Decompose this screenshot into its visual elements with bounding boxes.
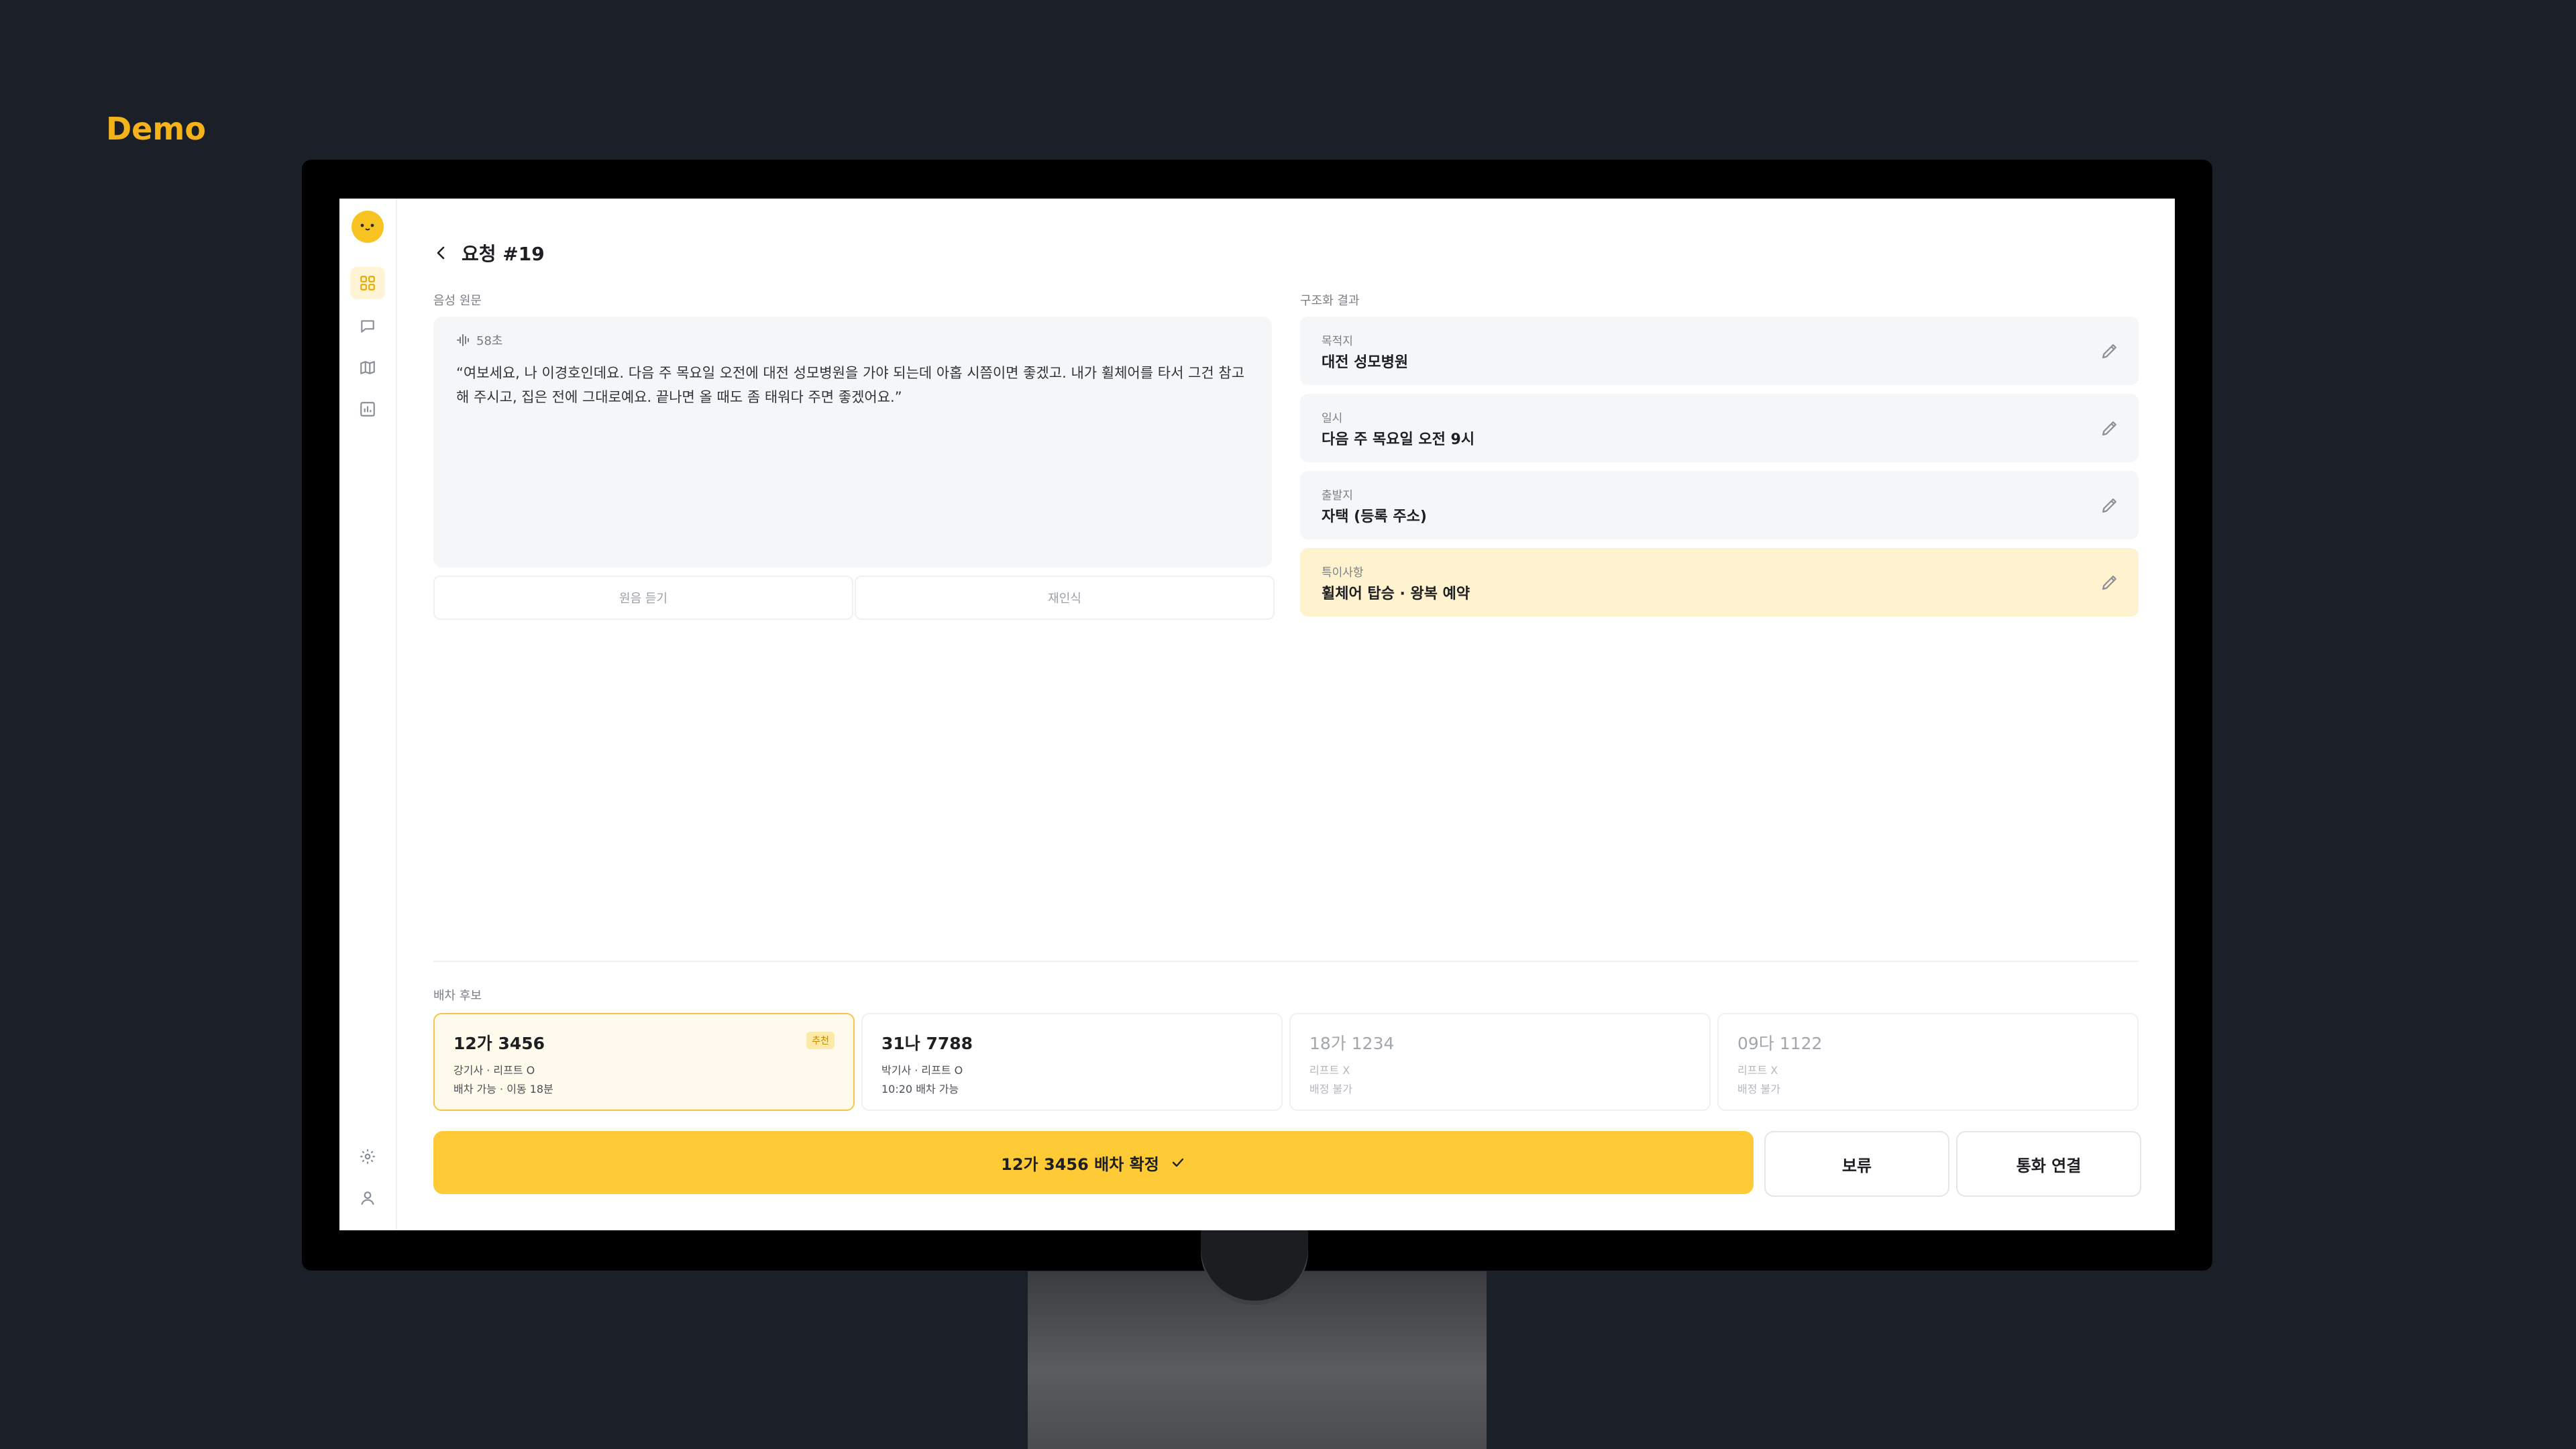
check-icon [1172,1158,1184,1167]
field-destination[interactable]: 목적지 대전 성모병원 [1300,317,2139,385]
chat-icon [361,320,374,333]
sidebar-item-map[interactable] [350,352,385,384]
confirm-dispatch-label: 12가 3456 배차 확정 [1001,1155,1159,1174]
duration-text: 58초 [476,334,503,348]
sidebar [339,199,397,1230]
pencil-icon[interactable] [2100,572,2120,592]
page-title: 요청 #19 [462,243,545,265]
waveform-icon [457,334,469,346]
field-origin[interactable]: 출발지 자택 (등록 주소) [1300,471,2139,539]
candidate-plate: 12가 3456 [453,1034,545,1053]
pencil-icon[interactable] [2100,418,2120,438]
candidate-availability: 배차 가능 · 이동 18분 [453,1083,553,1095]
dashboard-icon [360,276,375,290]
app-screen: 요청 #19 음성 원문 58초 “여보세요, 나 이경호인데요. 다음 주 목… [339,199,2175,1230]
pencil-icon[interactable] [2100,341,2120,361]
candidate-availability: 배정 불가 [1737,1083,1780,1095]
field-value: 자택 (등록 주소) [1322,508,1427,525]
map-icon [360,361,375,374]
candidates-section-label: 배차 후보 [433,989,482,1003]
play-original-button[interactable]: 원음 듣기 [433,576,853,620]
candidate-availability: 10:20 배차 가능 [881,1083,959,1095]
call-connect-button[interactable]: 통화 연결 [1956,1131,2141,1197]
field-special-notes[interactable]: 특이사항 휠체어 탑승 · 왕복 예약 [1300,548,2139,616]
sidebar-item-profile[interactable] [350,1182,385,1214]
candidate-card[interactable]: 09다 1122 리프트 X 배정 불가 [1717,1013,2139,1111]
chart-icon [360,402,375,417]
candidate-card[interactable]: 31나 7788 박기사 · 리프트 O 10:20 배차 가능 [861,1013,1283,1111]
field-datetime[interactable]: 일시 다음 주 목요일 오전 9시 [1300,394,2139,462]
sidebar-item-settings[interactable] [350,1140,385,1173]
back-chevron-icon[interactable] [433,245,449,261]
candidate-driver-info: 리프트 X [1309,1064,1350,1077]
field-value: 대전 성모병원 [1322,354,1409,371]
demo-label: Demo [106,111,206,147]
transcript-box: 58초 “여보세요, 나 이경호인데요. 다음 주 목요일 오전에 대전 성모병… [433,317,1272,568]
pencil-icon[interactable] [2100,495,2120,515]
section-divider [433,961,2139,962]
transcript-section-label: 음성 원문 [433,294,482,308]
structured-section-label: 구조화 결과 [1300,294,1360,308]
field-value: 다음 주 목요일 오전 9시 [1322,431,1475,448]
field-label: 목적지 [1322,335,1353,348]
page-header: 요청 #19 [433,236,545,270]
sidebar-item-dashboard[interactable] [350,267,385,299]
candidate-driver-info: 강기사 · 리프트 O [453,1064,535,1077]
transcript-text: “여보세요, 나 이경호인데요. 다음 주 목요일 오전에 대전 성모병원을 가… [456,365,1245,405]
candidate-plate: 18가 1234 [1309,1034,1395,1053]
sidebar-item-stats[interactable] [350,393,385,425]
field-label: 출발지 [1322,489,1353,502]
candidate-plate: 31나 7788 [881,1034,973,1053]
candidate-availability: 배정 불가 [1309,1083,1352,1095]
sidebar-item-chat[interactable] [350,310,385,342]
recommended-badge: 추천 [806,1032,835,1049]
mascot-logo[interactable] [352,211,384,243]
field-value: 휠체어 탑승 · 왕복 예약 [1322,586,1470,602]
mascot-face-icon [360,223,374,231]
hold-button[interactable]: 보류 [1764,1131,1949,1197]
confirm-dispatch-button[interactable]: 12가 3456 배차 확정 [433,1131,1754,1194]
candidate-card[interactable]: 18가 1234 리프트 X 배정 불가 [1289,1013,1711,1111]
candidate-driver-info: 리프트 X [1737,1064,1778,1077]
candidate-plate: 09다 1122 [1737,1034,1823,1053]
candidate-driver-info: 박기사 · 리프트 O [881,1064,963,1077]
main-content: 요청 #19 음성 원문 58초 “여보세요, 나 이경호인데요. 다음 주 목… [396,199,2175,1230]
field-label: 일시 [1322,412,1343,425]
user-icon [361,1191,374,1205]
field-label: 특이사항 [1322,566,1364,580]
re-recognize-button[interactable]: 재인식 [855,576,1275,620]
candidate-card[interactable]: 12가 3456 추천 강기사 · 리프트 O 배차 가능 · 이동 18분 [433,1013,855,1111]
gear-icon [360,1149,375,1164]
audio-duration: 58초 [456,331,502,349]
